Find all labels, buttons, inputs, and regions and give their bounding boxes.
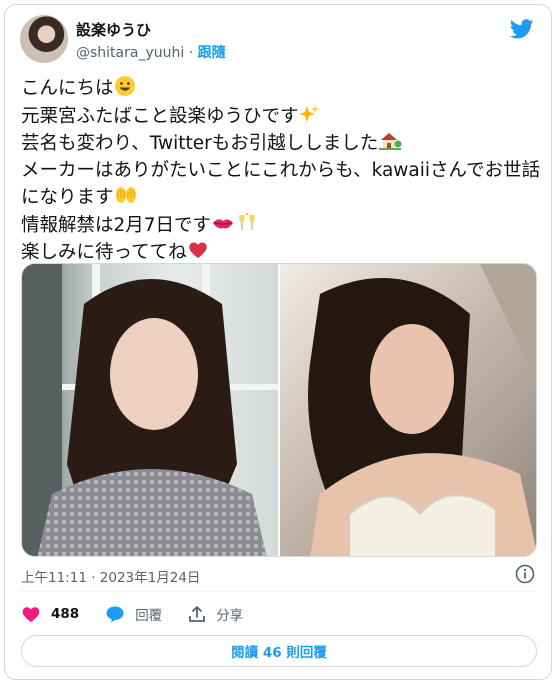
twitter-bird-icon[interactable]	[509, 17, 535, 41]
media-grid	[21, 263, 537, 557]
divider	[21, 591, 535, 592]
sparkles-icon	[299, 104, 319, 122]
handle-row: @shitara_yuuhi · 跟隨	[76, 42, 226, 62]
info-icon[interactable]	[515, 564, 535, 584]
read-replies-label: 閱讀 46 則回覆	[231, 645, 327, 661]
tweet-timestamp[interactable]: 上午11:11 · 2023年1月24日	[21, 566, 200, 586]
tweet-line-3: 芸名も変わり、Twitterもお引越ししました	[21, 133, 379, 154]
action-bar: 488 回覆 分享	[21, 603, 269, 625]
display-name[interactable]: 設楽ゆうひ	[76, 19, 151, 40]
photo-left[interactable]	[22, 264, 278, 556]
share-label: 分享	[216, 608, 244, 624]
share-icon	[189, 606, 206, 622]
heart-icon	[22, 607, 40, 622]
tweet-line-5: 情報解禁は2月7日です	[21, 214, 212, 236]
tweet-line-1: こんにちは	[21, 78, 114, 99]
avatar[interactable]	[20, 15, 68, 63]
red-heart-icon	[188, 242, 207, 258]
lips-icon	[213, 218, 234, 228]
handle[interactable]: @shitara_yuuhi	[76, 45, 184, 61]
separator: ·	[184, 45, 198, 61]
raising-hands-icon	[115, 187, 136, 203]
photo-right-illustration	[308, 264, 536, 556]
tweet-card: 設楽ゆうひ @shitara_yuuhi · 跟隨 こんにちは 元栗宮ふたばこと…	[4, 4, 552, 680]
tweet-text: こんにちは 元栗宮ふたばこと設楽ゆうひです 芸名も変わり、Twitterもお引越…	[21, 75, 541, 267]
house-with-garden-icon	[379, 133, 402, 150]
like-button[interactable]: 488	[21, 605, 79, 623]
reply-label: 回覆	[135, 608, 163, 624]
tweet-line-4: メーカーはありがたいことにこれからも、kawaiiさんでお世話になります	[21, 159, 541, 209]
reply-button[interactable]: 回覆	[105, 604, 162, 624]
photo-right[interactable]	[280, 264, 536, 556]
tweet-line-6: 楽しみに待っててね	[21, 242, 187, 263]
share-button[interactable]: 分享	[188, 604, 243, 624]
reply-bubble-icon	[106, 606, 124, 623]
grinning-face-icon	[114, 76, 135, 96]
tweet-line-2: 元栗宮ふたばこと設楽ゆうひです	[21, 105, 299, 127]
like-count: 488	[51, 606, 80, 622]
follow-button[interactable]: 跟隨	[198, 45, 226, 61]
photo-left-illustration	[22, 264, 278, 556]
read-replies-button[interactable]: 閱讀 46 則回覆	[21, 635, 537, 667]
clinking-glasses-icon	[239, 212, 256, 230]
